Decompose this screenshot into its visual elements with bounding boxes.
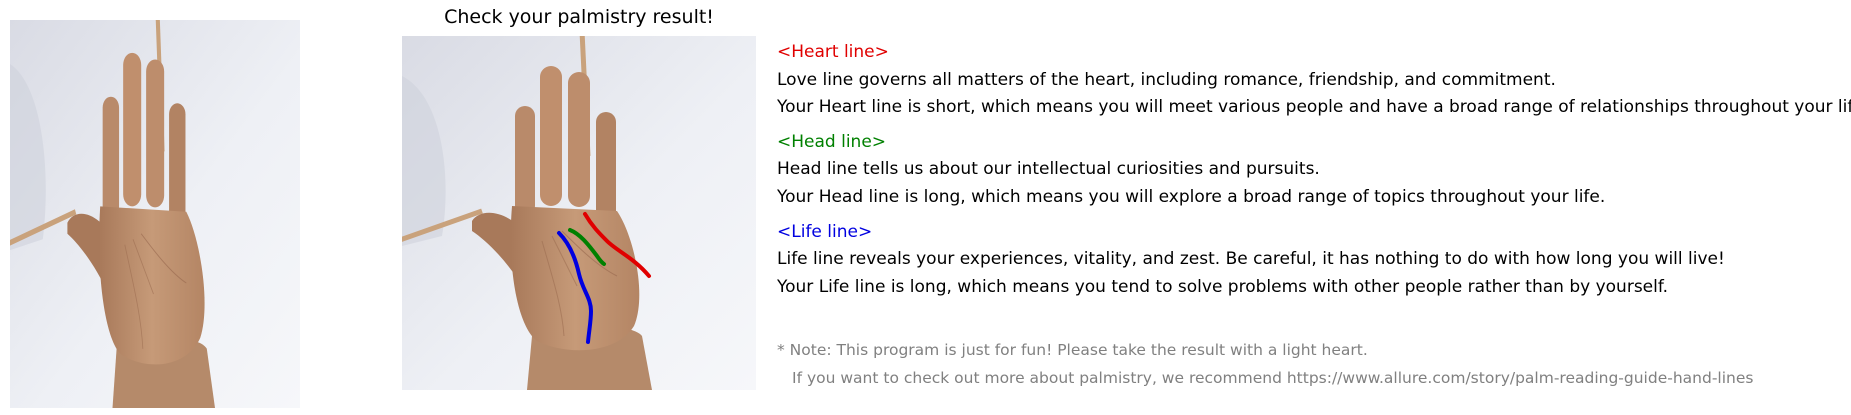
palmistry-reference-note: If you want to check out more about palm… (792, 369, 1754, 387)
life-line-result: Your Life line is long, which means you … (777, 277, 1669, 297)
heart-line-result: Your Heart line is short, which means yo… (777, 97, 1851, 117)
original-palm-image (10, 20, 300, 408)
head-line-result: Your Head line is long, which means you … (777, 187, 1606, 207)
heart-line-header: <Heart line> (777, 42, 889, 62)
head-line-description: Head line tells us about our intellectua… (777, 159, 1320, 179)
result-title: Check your palmistry result! (444, 6, 714, 28)
annotated-palm-image (402, 36, 756, 390)
heart-line-description: Love line governs all matters of the hea… (777, 70, 1556, 90)
life-line-header: <Life line> (777, 222, 873, 242)
life-line-description: Life line reveals your experiences, vita… (777, 249, 1725, 269)
head-line-header: <Head line> (777, 132, 887, 152)
fun-disclaimer-note: * Note: This program is just for fun! Pl… (777, 341, 1368, 359)
